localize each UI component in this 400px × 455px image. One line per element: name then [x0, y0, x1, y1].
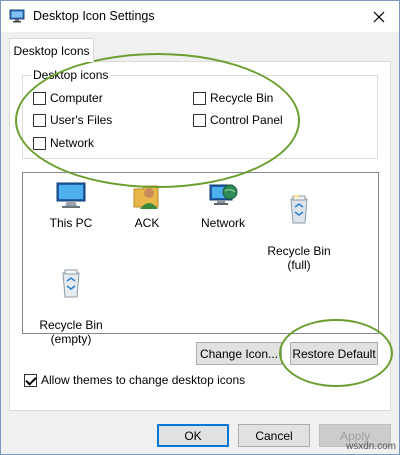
title-bar: Desktop Icon Settings: [1, 1, 399, 32]
checkbox-label: Control Panel: [210, 113, 283, 127]
checkbox-box[interactable]: [33, 136, 46, 150]
icon-label: Recycle Bin (empty): [39, 318, 103, 346]
checkbox-label: Recycle Bin: [210, 91, 274, 105]
checkbox-network[interactable]: Network: [33, 136, 94, 150]
desktop-icons-group: Desktop icons Computer Recycle Bin User'…: [22, 68, 378, 159]
checkbox-users-files[interactable]: User's Files: [33, 113, 112, 127]
cancel-button[interactable]: Cancel: [238, 424, 310, 447]
close-button[interactable]: [359, 1, 399, 32]
icon-label: Recycle Bin (full): [267, 244, 331, 272]
recycle-bin-empty-icon: [62, 269, 80, 298]
checkbox-box[interactable]: [193, 113, 206, 127]
icon-item-network[interactable]: Network: [183, 179, 263, 230]
checkbox-box[interactable]: [193, 91, 206, 105]
network-globe-icon: [209, 184, 238, 205]
change-icon-button[interactable]: Change Icon...: [196, 342, 282, 365]
recycle-bin-full-icon: [290, 195, 308, 224]
tab-label: Desktop Icons: [13, 43, 90, 58]
user-folder-icon: [133, 185, 159, 209]
desktop-settings-icon: [9, 8, 25, 24]
computer-monitor-icon: [56, 182, 86, 208]
close-icon: [373, 11, 385, 22]
icon-label: ACK: [134, 216, 160, 230]
icon-item-ack[interactable]: ACK: [107, 179, 187, 230]
checkbox-label: Computer: [50, 91, 103, 105]
checkbox-box[interactable]: [33, 91, 46, 105]
icon-item-recycle-bin-empty[interactable]: Recycle Bin (empty): [31, 253, 111, 346]
window-title: Desktop Icon Settings: [33, 9, 155, 23]
icon-list[interactable]: This PC ACK Network Recycle Bin (full) R…: [22, 172, 379, 346]
icon-item-recycle-bin-full[interactable]: Recycle Bin (full): [259, 179, 339, 272]
icon-label: This PC: [49, 216, 93, 230]
checkbox-label: Allow themes to change desktop icons: [41, 373, 246, 387]
checkbox-control-panel[interactable]: Control Panel: [193, 113, 283, 127]
checkbox-label: User's Files: [50, 113, 113, 127]
ok-button[interactable]: OK: [157, 424, 229, 447]
dialog-window: Desktop Icon Settings Desktop Icons Desk…: [0, 0, 400, 455]
checkbox-computer[interactable]: Computer: [33, 91, 103, 105]
icon-label: Network: [200, 216, 245, 230]
checkbox-allow-themes[interactable]: Allow themes to change desktop icons: [24, 373, 245, 387]
tab-desktop-icons[interactable]: Desktop Icons: [9, 38, 94, 62]
icon-item-this-pc[interactable]: This PC: [31, 179, 111, 230]
restore-default-button[interactable]: Restore Default: [290, 342, 378, 365]
checkbox-recycle-bin[interactable]: Recycle Bin: [193, 91, 273, 105]
tab-panel: Desktop icons Computer Recycle Bin User'…: [9, 61, 391, 411]
watermark: wsxdn.com: [345, 441, 396, 452]
group-legend: Desktop icons: [31, 68, 111, 82]
checkbox-box[interactable]: [24, 373, 37, 387]
checkbox-label: Network: [50, 136, 95, 150]
checkbox-box[interactable]: [33, 113, 46, 127]
